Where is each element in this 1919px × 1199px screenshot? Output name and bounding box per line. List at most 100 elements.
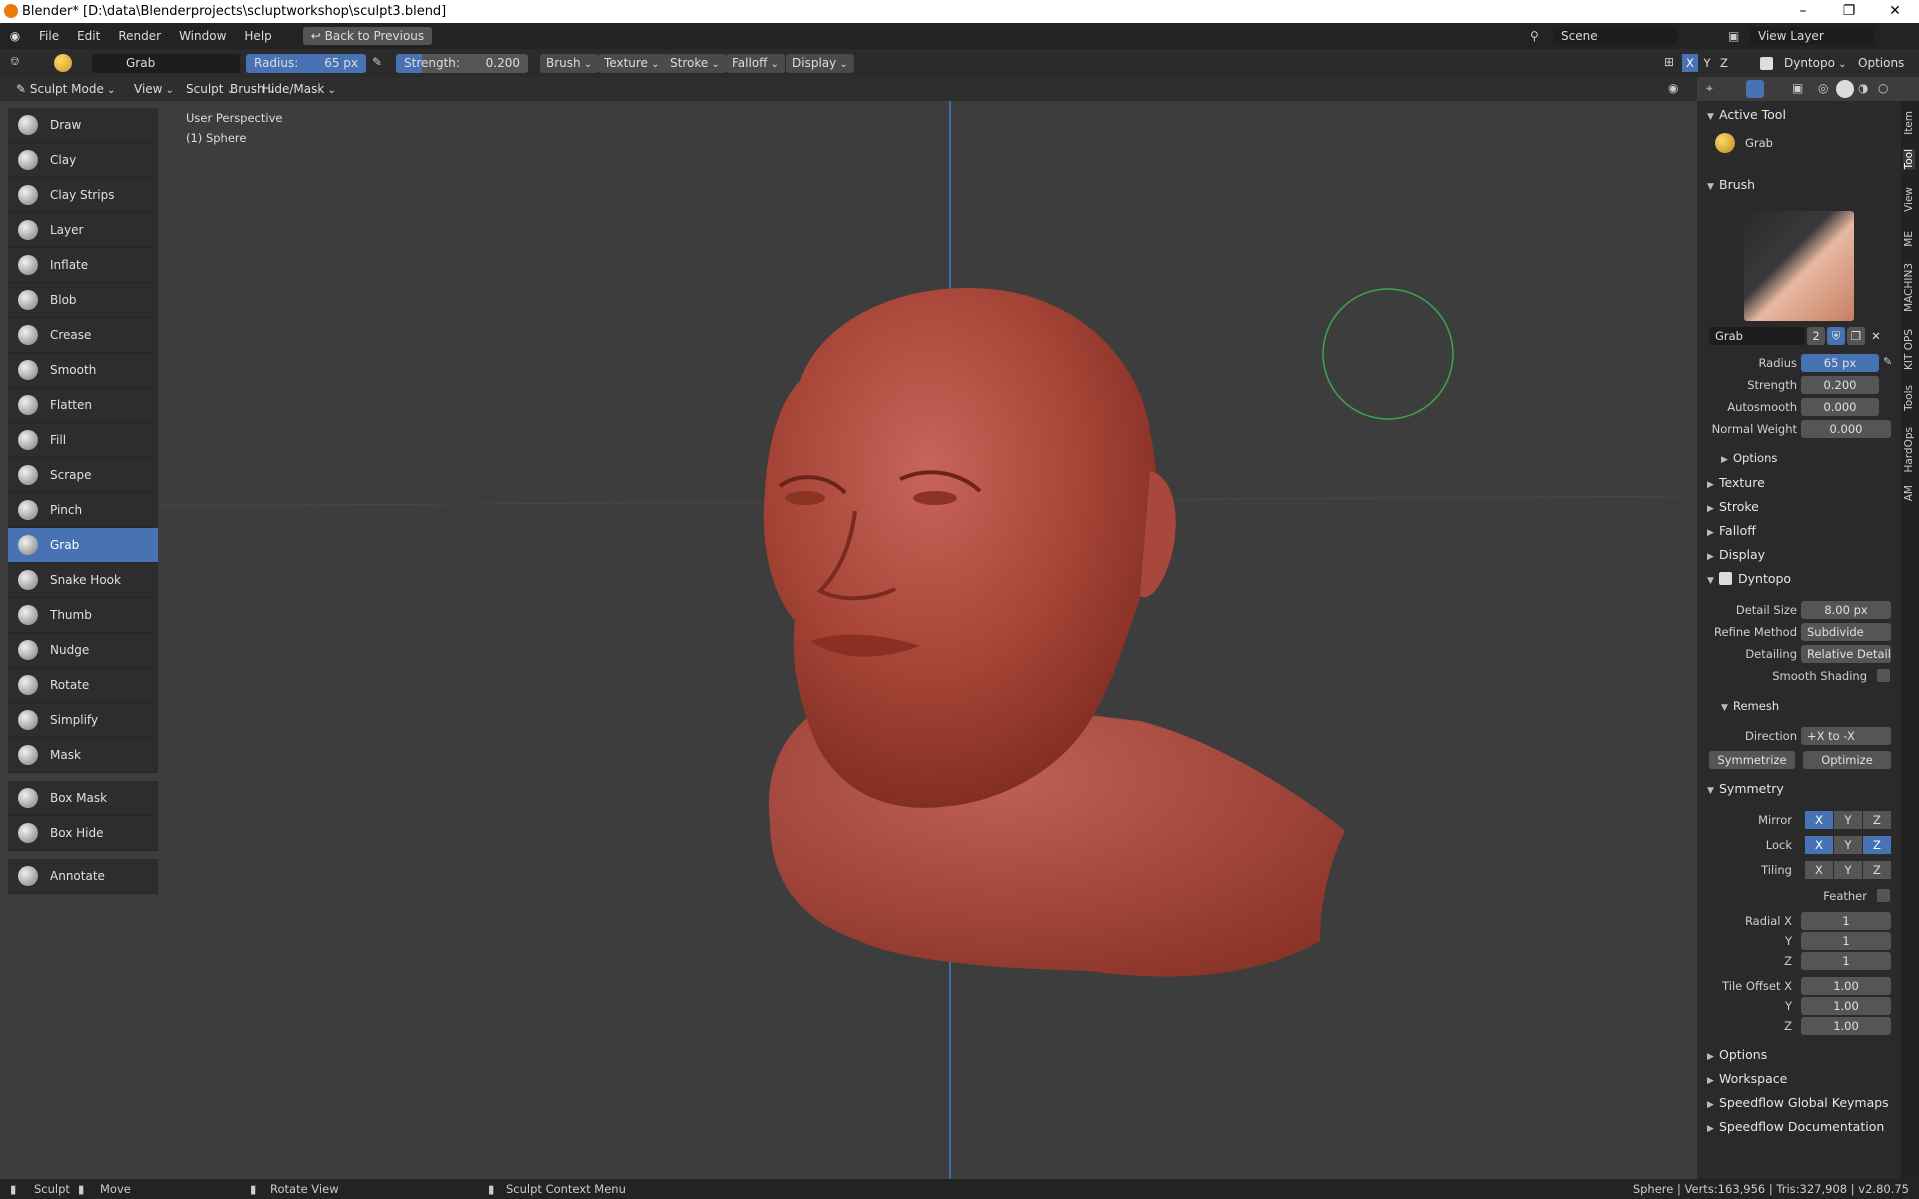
lock-z-toggle[interactable]: Z	[1863, 836, 1891, 854]
radial-x-field[interactable]: 1	[1801, 912, 1891, 930]
lock-x-toggle[interactable]: X	[1805, 836, 1833, 854]
view-menu[interactable]: View	[128, 80, 180, 99]
brush-name-field[interactable]: Grab	[92, 54, 240, 73]
visibility-icon[interactable]: ◉	[1668, 81, 1678, 95]
tab-tools[interactable]: Tools	[1903, 385, 1915, 411]
editor-type-icon[interactable]: ⎊	[10, 54, 20, 69]
tool-clay[interactable]: Clay	[8, 143, 158, 178]
axis-z-toggle[interactable]: Z	[1716, 54, 1732, 72]
tool-mask[interactable]: Mask	[8, 738, 158, 773]
tool-grab[interactable]: Grab	[8, 528, 158, 563]
menu-render[interactable]: Render	[109, 29, 170, 43]
menu-help[interactable]: Help	[235, 29, 280, 43]
strength-field[interactable]: 0.200	[1801, 376, 1879, 394]
symmetrize-button[interactable]: Symmetrize	[1709, 751, 1795, 769]
hide-mask-menu[interactable]: Hide/Mask	[256, 80, 342, 99]
tool-snake-hook[interactable]: Snake Hook	[8, 563, 158, 598]
tool-pinch[interactable]: Pinch	[8, 493, 158, 528]
tab-me[interactable]: ME	[1903, 231, 1915, 247]
menu-file[interactable]: File	[30, 29, 68, 43]
brush-datablock-name[interactable]: Grab	[1709, 327, 1805, 345]
mirror-z-toggle[interactable]: Z	[1863, 811, 1891, 829]
normal-weight-field[interactable]: 0.000	[1801, 420, 1891, 438]
lock-y-toggle[interactable]: Y	[1834, 836, 1862, 854]
mirror-x-toggle[interactable]: X	[1805, 811, 1833, 829]
radius-pressure-icon[interactable]: ✎	[372, 55, 382, 69]
scene-selector-icon[interactable]: ⚲	[1530, 29, 1539, 43]
radial-z-field[interactable]: 1	[1801, 952, 1891, 970]
wireframe-shading-icon[interactable]: ◎	[1818, 81, 1828, 95]
view-layer-icon[interactable]: ▣	[1728, 29, 1739, 43]
radial-y-field[interactable]: 1	[1801, 932, 1891, 950]
dyntopo-menu[interactable]: Dyntopo	[1778, 54, 1853, 73]
duplicate-brush-icon[interactable]: ❐	[1847, 327, 1865, 345]
minimize-button[interactable]: –	[1780, 0, 1826, 23]
dyntopo-panel-header[interactable]: ▼ Dyntopo	[1707, 571, 1791, 586]
xray-icon[interactable]: ▣	[1792, 81, 1803, 95]
unlink-brush-icon[interactable]: ✕	[1867, 327, 1885, 345]
tab-item[interactable]: Item	[1903, 111, 1915, 135]
workspace-panel-header[interactable]: ▶ Workspace	[1707, 1071, 1787, 1086]
tool-inflate[interactable]: Inflate	[8, 248, 158, 283]
tiling-x-toggle[interactable]: X	[1805, 861, 1833, 879]
stroke-panel-header[interactable]: ▶ Stroke	[1707, 499, 1759, 514]
display-panel-header[interactable]: ▶ Display	[1707, 547, 1765, 562]
options-menu[interactable]: Options	[1852, 54, 1919, 73]
brush-user-count[interactable]: 2	[1807, 327, 1825, 345]
tool-annotate[interactable]: Annotate	[8, 859, 158, 894]
axis-y-toggle[interactable]: Y	[1699, 54, 1715, 72]
tile-offset-z-field[interactable]: 1.00	[1801, 1017, 1891, 1035]
direction-dropdown[interactable]: +X to -X	[1801, 727, 1891, 745]
falloff-panel-header[interactable]: ▶ Falloff	[1707, 523, 1756, 538]
speedflow-keymaps-header[interactable]: ▶ Speedflow Global Keymaps	[1707, 1095, 1889, 1110]
refine-method-dropdown[interactable]: Subdivide Ed...	[1801, 623, 1891, 657]
rendered-shading-icon[interactable]: ○	[1878, 81, 1888, 95]
tab-view[interactable]: View	[1903, 187, 1915, 212]
back-to-previous-button[interactable]: ↩ Back to Previous	[302, 27, 433, 45]
falloff-menu[interactable]: Falloff	[726, 54, 785, 73]
tool-layer[interactable]: Layer	[8, 213, 158, 248]
display-menu[interactable]: Display	[786, 54, 854, 73]
overlay-icon[interactable]	[1746, 80, 1764, 98]
dyntopo-enable-checkbox[interactable]	[1719, 572, 1732, 585]
brush-preview-thumbnail[interactable]	[1744, 211, 1854, 321]
strength-slider[interactable]: Strength: 0.200	[396, 54, 528, 73]
material-shading-icon[interactable]: ◑	[1858, 81, 1868, 95]
options-panel-header[interactable]: ▶ Options	[1707, 1047, 1767, 1062]
solid-shading-icon[interactable]	[1836, 80, 1854, 98]
gizmo-icon[interactable]: ⌖	[1706, 81, 1713, 96]
tool-flatten[interactable]: Flatten	[8, 388, 158, 423]
remesh-subpanel-header[interactable]: ▼ Remesh	[1721, 699, 1779, 713]
symmetry-panel-header[interactable]: ▼ Symmetry	[1707, 781, 1784, 796]
tiling-y-toggle[interactable]: Y	[1834, 861, 1862, 879]
brush-menu[interactable]: Brush	[540, 54, 599, 73]
tab-hardops[interactable]: HardOps	[1903, 427, 1915, 473]
autosmooth-field[interactable]: 0.000	[1801, 398, 1879, 416]
tool-clay-strips[interactable]: Clay Strips	[8, 178, 158, 213]
radius-slider[interactable]: Radius: 65 px	[246, 54, 366, 73]
axis-x-toggle[interactable]: X	[1682, 54, 1698, 72]
detailing-dropdown[interactable]: Relative Detail	[1801, 645, 1891, 663]
tile-offset-y-field[interactable]: 1.00	[1801, 997, 1891, 1015]
tool-nudge[interactable]: Nudge	[8, 633, 158, 668]
detail-size-field[interactable]: 8.00 px	[1801, 601, 1891, 619]
tool-rotate[interactable]: Rotate	[8, 668, 158, 703]
tab-machin3[interactable]: MACHIN3	[1903, 263, 1915, 312]
radius-pressure-icon-2[interactable]: ✎	[1883, 355, 1892, 368]
tool-box-mask[interactable]: Box Mask	[8, 781, 158, 816]
optimize-button[interactable]: Optimize	[1803, 751, 1891, 769]
radius-field[interactable]: 65 px	[1801, 354, 1879, 372]
dyntopo-checkbox[interactable]	[1760, 57, 1773, 70]
view-layer-field[interactable]: View Layer	[1750, 27, 1874, 45]
tool-thumb[interactable]: Thumb	[8, 598, 158, 633]
scene-field[interactable]: Scene	[1553, 27, 1677, 45]
maximize-button[interactable]: ❐	[1826, 0, 1872, 23]
tab-tool[interactable]: Tool	[1903, 149, 1915, 170]
stroke-menu[interactable]: Stroke	[664, 54, 726, 73]
tool-smooth[interactable]: Smooth	[8, 353, 158, 388]
mode-selector[interactable]: ✎ Sculpt Mode	[10, 80, 122, 99]
smooth-shading-checkbox[interactable]	[1877, 669, 1890, 682]
mirror-y-toggle[interactable]: Y	[1834, 811, 1862, 829]
tool-blob[interactable]: Blob	[8, 283, 158, 318]
fake-user-shield-icon[interactable]: ⛨	[1827, 327, 1845, 345]
